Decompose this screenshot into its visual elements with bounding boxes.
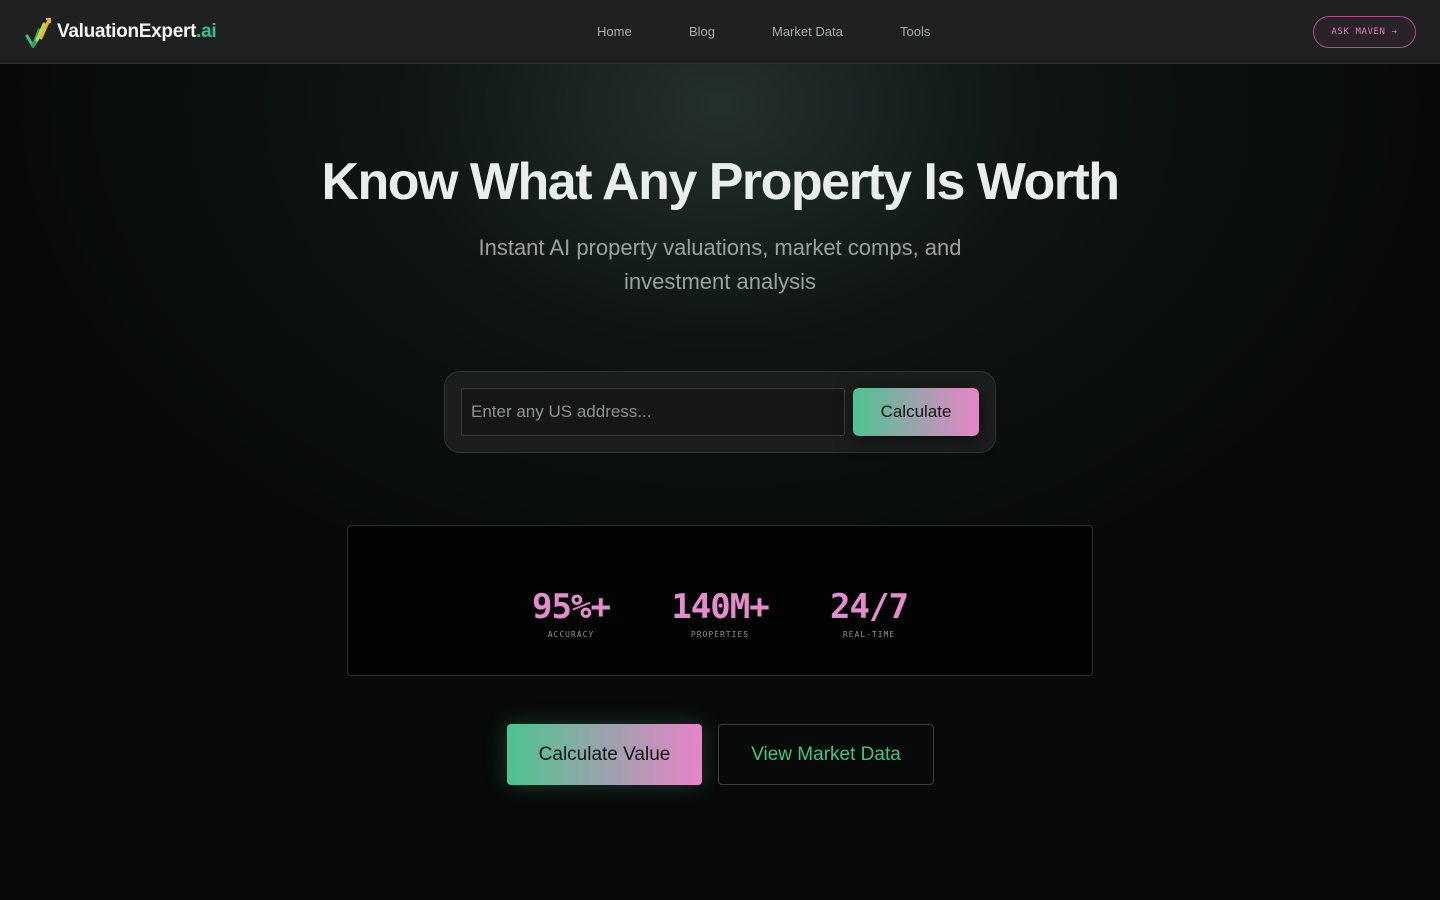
hero-subtitle: Instant AI property valuations, market c…	[478, 235, 962, 294]
brand-suffix: .ai	[196, 21, 217, 42]
stat-properties: 140M+ PROPERTIES	[668, 588, 772, 639]
view-market-data-button[interactable]: View Market Data	[718, 724, 934, 785]
stat-label: ACCURACY	[547, 630, 595, 639]
stat-value: 95%+	[532, 587, 611, 627]
brand-logo[interactable]: ValuationExpert.ai	[25, 15, 217, 49]
stat-accuracy: 95%+ ACCURACY	[531, 588, 611, 639]
ask-maven-button[interactable]: ASK MAVEN →	[1313, 16, 1416, 48]
hero-title: Know What Any Property Is Worth	[321, 153, 1120, 211]
calculate-button[interactable]: Calculate	[853, 388, 979, 436]
stats-card: 95%+ ACCURACY 140M+ PROPERTIES 24/7 REAL…	[347, 525, 1093, 676]
nav-tools[interactable]: Tools	[900, 24, 930, 39]
nav-market-data[interactable]: Market Data	[772, 24, 843, 39]
calculate-value-button[interactable]: Calculate Value	[507, 724, 702, 785]
stat-realtime: 24/7 REAL-TIME	[827, 588, 911, 639]
address-search-box: Calculate	[444, 371, 996, 453]
nav-blog[interactable]: Blog	[689, 24, 715, 39]
top-nav-bar: ValuationExpert.ai Home Blog Market Data…	[0, 0, 1440, 64]
stat-label: REAL-TIME	[842, 630, 896, 639]
nav-home[interactable]: Home	[597, 24, 632, 39]
address-input[interactable]	[461, 388, 845, 436]
brand-name: ValuationExpert.ai	[57, 21, 217, 42]
stat-value: 140M+	[671, 587, 769, 627]
stat-value: 24/7	[830, 587, 909, 627]
logo-chart-icon	[25, 18, 51, 48]
stat-label: PROPERTIES	[690, 630, 750, 639]
